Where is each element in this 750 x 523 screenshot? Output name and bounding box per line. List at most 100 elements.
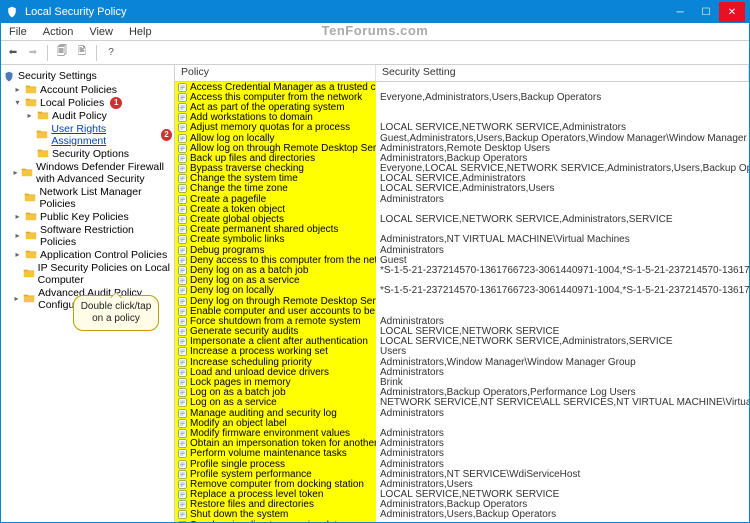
tree-item-label: Software Restriction Policies: [40, 224, 172, 248]
policy-row[interactable]: Profile single processAdministrators: [175, 459, 749, 469]
policy-row[interactable]: Bypass traverse checkingEveryone,LOCAL S…: [175, 164, 749, 174]
tree-item[interactable]: Security Options: [3, 147, 172, 160]
expander-icon[interactable]: [13, 193, 21, 202]
policy-row[interactable]: Log on as a batch jobAdministrators,Back…: [175, 388, 749, 398]
menu-file[interactable]: File: [1, 26, 35, 38]
expander-icon[interactable]: ▸: [13, 85, 22, 94]
policy-row[interactable]: Modify firmware environment valuesAdmini…: [175, 428, 749, 438]
policy-row[interactable]: Create a token object: [175, 204, 749, 214]
minimize-button[interactable]: ─: [667, 2, 693, 22]
expander-icon[interactable]: [25, 149, 34, 158]
policy-row[interactable]: Create global objectsLOCAL SERVICE,NETWO…: [175, 214, 749, 224]
policy-row[interactable]: Deny log on locally*S-1-5-21-237214570-1…: [175, 286, 749, 296]
policy-row[interactable]: Remove computer from docking stationAdmi…: [175, 479, 749, 489]
policy-setting: *S-1-5-21-237214570-1361766723-306144097…: [376, 265, 749, 276]
tree-item[interactable]: ▸ Account Policies: [3, 83, 172, 96]
policy-row[interactable]: Act as part of the operating system: [175, 102, 749, 112]
policy-icon: [178, 174, 187, 183]
column-policy[interactable]: Policy: [175, 65, 376, 81]
policy-row[interactable]: Deny access to this computer from the ne…: [175, 255, 749, 265]
policy-icon: [178, 123, 187, 132]
policy-icon: [178, 297, 187, 306]
policy-row[interactable]: Access this computer from the networkEve…: [175, 92, 749, 102]
policy-row[interactable]: Deny log on as a service: [175, 276, 749, 286]
policy-row[interactable]: Shut down the systemAdministrators,Users…: [175, 510, 749, 520]
window-controls: ─ ☐ ✕: [667, 2, 745, 22]
tree-item[interactable]: Network List Manager Policies: [3, 185, 172, 210]
tree-item[interactable]: IP Security Policies on Local Computer: [3, 261, 172, 286]
tree-item[interactable]: ▸ Audit Policy: [3, 109, 172, 122]
policy-row[interactable]: Add workstations to domain: [175, 113, 749, 123]
list-panel: Policy Security Setting Access Credentia…: [175, 65, 749, 522]
tree-root[interactable]: Security Settings: [3, 69, 172, 83]
forward-button[interactable]: ➡: [25, 45, 41, 61]
tree-item[interactable]: ▸Public Key Policies: [3, 210, 172, 223]
tree-item[interactable]: ▸ Software Restriction Policies: [3, 223, 172, 248]
policy-row[interactable]: Create symbolic linksAdministrators,NT V…: [175, 235, 749, 245]
policy-row[interactable]: Allow log on through Remote Desktop Serv…: [175, 143, 749, 153]
folder-icon: [25, 230, 37, 241]
policy-row[interactable]: Adjust memory quotas for a processLOCAL …: [175, 123, 749, 133]
policy-row[interactable]: Load and unload device driversAdministra…: [175, 367, 749, 377]
policy-row[interactable]: Restore files and directoriesAdministrat…: [175, 500, 749, 510]
policy-row[interactable]: Deny log on through Remote Desktop Servi…: [175, 296, 749, 306]
expander-icon[interactable]: ▸: [13, 294, 20, 303]
policy-row[interactable]: Increase a process working setUsers: [175, 347, 749, 357]
policy-row[interactable]: Create a pagefileAdministrators: [175, 194, 749, 204]
policy-icon: [178, 134, 187, 143]
refresh-button[interactable]: 🖹: [74, 45, 90, 61]
policy-row[interactable]: Change the time zoneLOCAL SERVICE,Admini…: [175, 184, 749, 194]
tree-item[interactable]: User Rights Assignment2: [3, 122, 172, 147]
policy-row[interactable]: Lock pages in memoryBrink: [175, 377, 749, 387]
policy-row[interactable]: Increase scheduling priorityAdministrato…: [175, 357, 749, 367]
expander-icon[interactable]: ▸: [25, 111, 34, 120]
policy-row[interactable]: Deny log on as a batch job*S-1-5-21-2372…: [175, 265, 749, 275]
expander-icon[interactable]: ▸: [13, 231, 22, 240]
policy-row[interactable]: Enable computer and user accounts to be …: [175, 306, 749, 316]
expander-icon[interactable]: ▸: [13, 168, 18, 177]
menubar: File Action View Help: [1, 23, 749, 41]
policy-row[interactable]: Impersonate a client after authenticatio…: [175, 337, 749, 347]
tree-item[interactable]: ▾Local Policies1: [3, 96, 172, 109]
tree-item[interactable]: ▸Windows Defender Firewall with Advanced…: [3, 160, 172, 185]
policy-row[interactable]: Access Credential Manager as a trusted c…: [175, 82, 749, 92]
column-setting[interactable]: Security Setting: [376, 65, 749, 81]
policy-icon: [178, 388, 187, 397]
policy-icon: [178, 256, 187, 265]
tree-item[interactable]: ▸Application Control Policies: [3, 248, 172, 261]
menu-action[interactable]: Action: [35, 26, 82, 38]
policy-row[interactable]: Replace a process level tokenLOCAL SERVI…: [175, 490, 749, 500]
policy-row[interactable]: Profile system performanceAdministrators…: [175, 469, 749, 479]
expander-icon[interactable]: ▸: [13, 250, 22, 259]
folder-icon: [36, 129, 48, 140]
policy-row[interactable]: Perform volume maintenance tasksAdminist…: [175, 449, 749, 459]
maximize-button[interactable]: ☐: [693, 2, 719, 22]
expander-icon[interactable]: [25, 130, 33, 139]
policy-row[interactable]: Modify an object label: [175, 418, 749, 428]
export-button[interactable]: 🗐: [54, 45, 70, 61]
policy-icon: [178, 103, 187, 112]
menu-help[interactable]: Help: [121, 26, 160, 38]
expander-icon[interactable]: ▸: [13, 212, 22, 221]
policy-row[interactable]: Manage auditing and security logAdminist…: [175, 408, 749, 418]
policy-setting: *S-1-5-21-237214570-1361766723-306144097…: [376, 285, 749, 296]
policy-setting: Administrators: [376, 194, 749, 205]
help-button[interactable]: ?: [103, 45, 119, 61]
policy-row[interactable]: Debug programsAdministrators: [175, 245, 749, 255]
policy-row[interactable]: Allow log on locallyGuest,Administrators…: [175, 133, 749, 143]
policy-row[interactable]: Create permanent shared objects: [175, 225, 749, 235]
close-button[interactable]: ✕: [719, 2, 745, 22]
menu-view[interactable]: View: [81, 26, 121, 38]
back-button[interactable]: ⬅: [5, 45, 21, 61]
policy-row[interactable]: Force shutdown from a remote systemAdmin…: [175, 316, 749, 326]
policy-row[interactable]: Generate security auditsLOCAL SERVICE,NE…: [175, 327, 749, 337]
policy-icon: [178, 205, 187, 214]
tree-item-label: Account Policies: [40, 84, 117, 96]
policy-row[interactable]: Log on as a serviceNETWORK SERVICE,NT SE…: [175, 398, 749, 408]
expander-icon[interactable]: ▾: [13, 98, 22, 107]
tree-item-label: Audit Policy: [52, 110, 107, 122]
policy-row[interactable]: Back up files and directoriesAdministrat…: [175, 153, 749, 163]
expander-icon[interactable]: [13, 269, 20, 278]
policy-row[interactable]: Change the system timeLOCAL SERVICE,Admi…: [175, 174, 749, 184]
policy-row[interactable]: Obtain an impersonation token for anothe…: [175, 439, 749, 449]
